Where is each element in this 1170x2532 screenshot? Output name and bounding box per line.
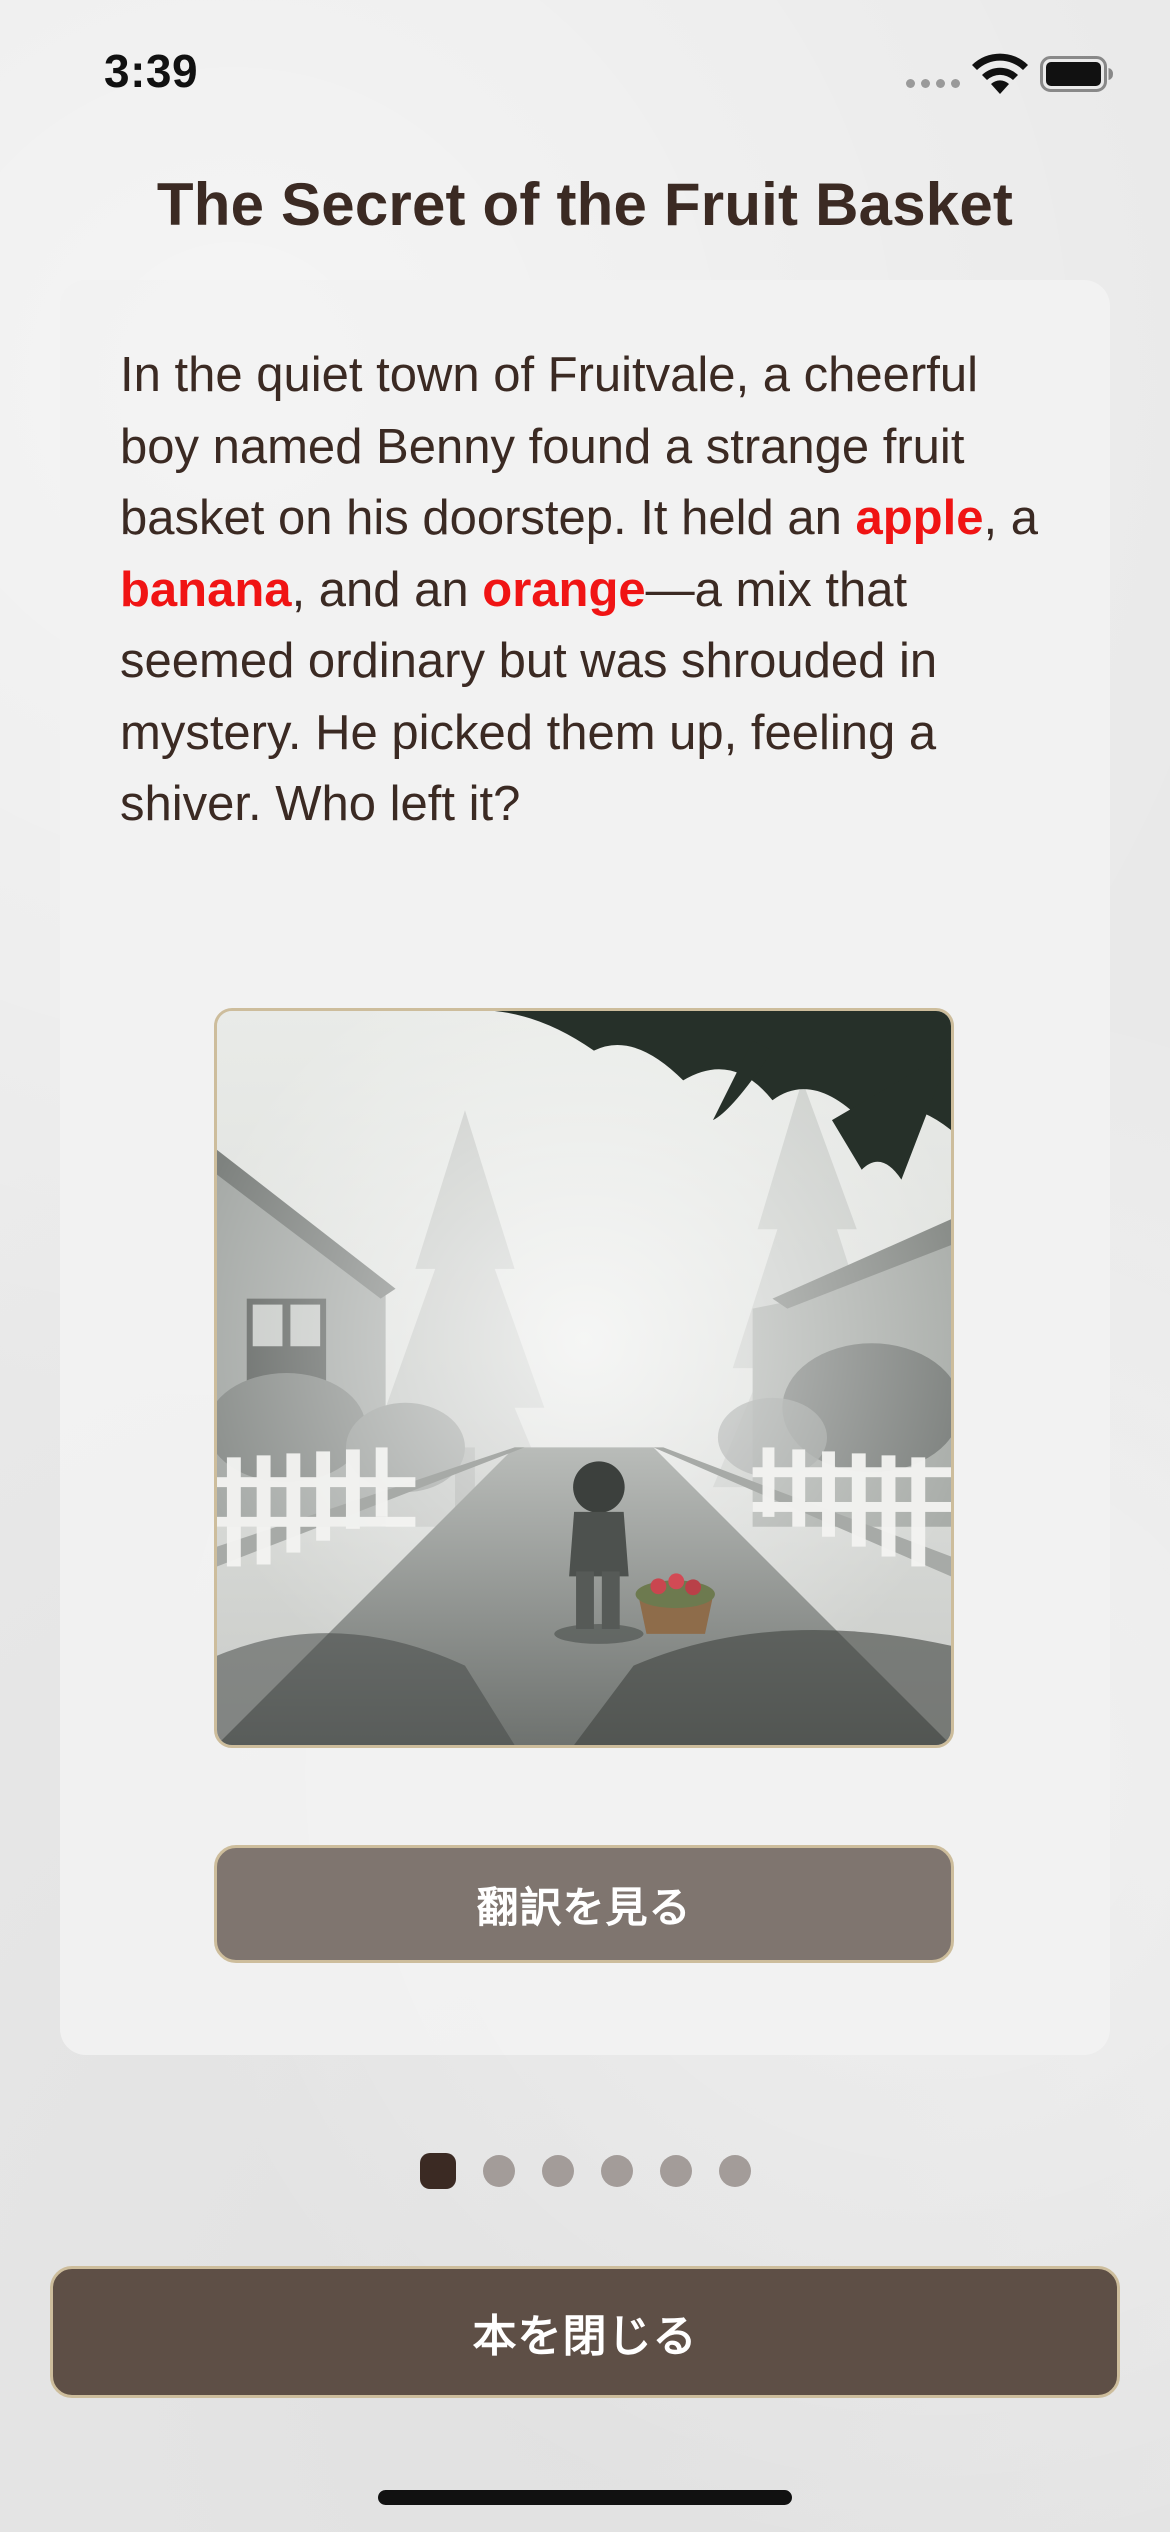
highlighted-word: orange (482, 562, 646, 617)
page-dot-3[interactable] (541, 2155, 574, 2187)
story-text-segment: , and an (291, 562, 483, 617)
story-title: The Secret of the Fruit Basket (156, 171, 1014, 238)
highlighted-word: banana (120, 562, 292, 617)
home-indicator (378, 2490, 792, 2505)
close-book-button[interactable]: 本を閉じる (50, 2266, 1120, 2398)
page-dot-6[interactable] (718, 2155, 751, 2187)
story-text-segment: In the quiet town of Fruitvale, a cheerf… (120, 348, 978, 545)
story-text-segment: , a (983, 491, 1038, 545)
story-illustration (214, 1008, 954, 1748)
highlighted-word: apple (855, 491, 984, 545)
story-card: In the quiet town of Fruitvale, a cheerf… (60, 280, 1110, 2055)
page-dot-4[interactable] (600, 2155, 633, 2187)
status-time: 3:39 (104, 45, 199, 97)
wifi-icon (969, 52, 1031, 96)
translate-button[interactable]: 翻訳を見る (214, 1845, 954, 1963)
page-indicator[interactable] (0, 2153, 1170, 2189)
page-dot-1[interactable] (419, 2153, 456, 2189)
page-dot-5[interactable] (659, 2155, 692, 2187)
status-bar: 3:39 (0, 0, 1170, 150)
cellular-signal-icon (906, 79, 960, 88)
battery-icon (1040, 56, 1114, 92)
story-paragraph: In the quiet town of Fruitvale, a cheerf… (120, 340, 1050, 841)
page-dot-2[interactable] (482, 2155, 515, 2187)
